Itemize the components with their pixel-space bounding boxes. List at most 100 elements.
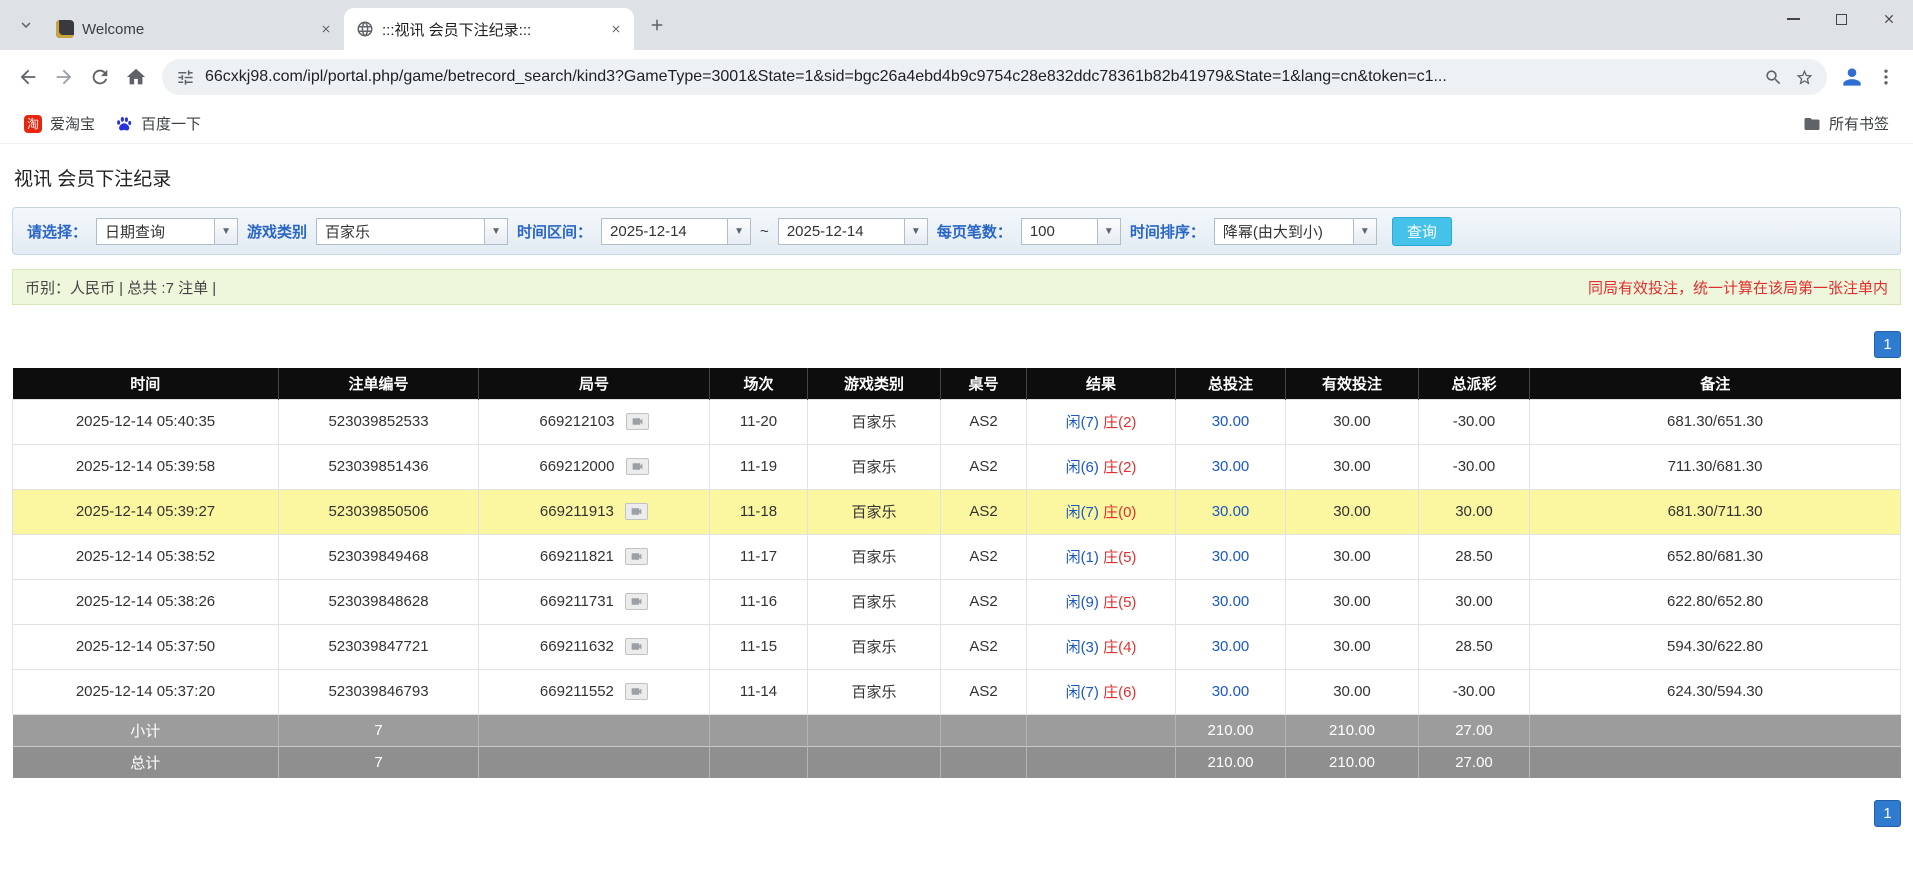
page-title: 视讯 会员下注纪录 bbox=[14, 169, 172, 190]
new-tab-button[interactable] bbox=[642, 10, 672, 40]
tab-strip: Welcome :::视讯 会员下注纪录::: bbox=[0, 0, 1913, 50]
video-icon[interactable] bbox=[625, 503, 649, 521]
column-header: 局号 bbox=[478, 368, 710, 399]
chevron-down-icon[interactable]: ▼ bbox=[214, 218, 238, 244]
close-window-button[interactable] bbox=[1865, 0, 1913, 38]
tab-close-icon[interactable] bbox=[606, 19, 626, 39]
round-id: 669211821 bbox=[539, 547, 614, 565]
tab-search-button[interactable] bbox=[10, 9, 42, 41]
bookmark-star-icon[interactable] bbox=[1793, 66, 1815, 88]
all-bookmarks-label: 所有书签 bbox=[1828, 116, 1889, 133]
total-bet-link[interactable]: 30.00 bbox=[1212, 593, 1250, 610]
date-from-picker[interactable]: 2025-12-14 ▼ bbox=[601, 217, 752, 245]
cell-note: 681.30/651.30 bbox=[1529, 398, 1901, 445]
footer-cell bbox=[478, 714, 710, 746]
footer-cell: 27.00 bbox=[1418, 745, 1530, 778]
cell-note: 594.30/622.80 bbox=[1529, 623, 1901, 670]
cell-result: 闲(3) 庄(4) bbox=[1026, 623, 1176, 670]
chevron-down-icon[interactable]: ▼ bbox=[1352, 218, 1376, 244]
chevron-down-icon[interactable]: ▼ bbox=[1096, 218, 1120, 244]
video-icon[interactable] bbox=[625, 593, 649, 611]
video-icon[interactable] bbox=[625, 638, 649, 656]
page-1-button[interactable]: 1 bbox=[1874, 331, 1901, 358]
round-id: 669212000 bbox=[539, 457, 615, 475]
date-to-value: 2025-12-14 bbox=[786, 222, 864, 240]
video-icon[interactable] bbox=[625, 683, 649, 701]
cell-note: 624.30/594.30 bbox=[1529, 668, 1901, 715]
browser-chrome: Welcome :::视讯 会员下注纪录::: 66cxkj98.com/ipl… bbox=[0, 0, 1913, 144]
cell-round-id: 669211632 bbox=[478, 623, 710, 670]
column-header: 总投注 bbox=[1175, 368, 1286, 399]
cell-round-id: 669211913 bbox=[478, 488, 710, 535]
footer-cell bbox=[478, 745, 710, 778]
total-bet-link[interactable]: 30.00 bbox=[1212, 638, 1250, 655]
forward-button[interactable] bbox=[46, 59, 82, 95]
tab-bet-record[interactable]: :::视讯 会员下注纪录::: bbox=[344, 8, 634, 50]
table-row: 2025-12-14 05:38:26 523039848628 669211731… bbox=[12, 578, 1901, 625]
close-icon bbox=[1884, 14, 1894, 24]
game-type-select[interactable]: 百家乐 ▼ bbox=[316, 217, 509, 245]
cell-session: 11-15 bbox=[709, 623, 808, 670]
round-id: 669211552 bbox=[539, 682, 614, 700]
page-1-button[interactable]: 1 bbox=[1874, 800, 1901, 827]
chevron-down-icon[interactable]: ▼ bbox=[727, 218, 751, 244]
subtotal-row: 小计 7 210.00 210.00 27.00 bbox=[12, 714, 1901, 746]
footer-cell: 210.00 bbox=[1175, 714, 1286, 746]
video-icon[interactable] bbox=[625, 548, 649, 566]
cell-game-type: 百家乐 bbox=[807, 443, 941, 490]
site-info-icon[interactable] bbox=[174, 66, 196, 88]
result-player: 闲(7) bbox=[1065, 504, 1099, 521]
video-icon[interactable] bbox=[625, 413, 649, 431]
zoom-icon[interactable] bbox=[1762, 66, 1784, 88]
cell-game-type: 百家乐 bbox=[807, 398, 941, 445]
total-bet-link[interactable]: 30.00 bbox=[1212, 683, 1250, 700]
query-type-value: 日期查询 bbox=[105, 223, 166, 241]
home-button[interactable] bbox=[118, 59, 154, 95]
result-player: 闲(7) bbox=[1065, 684, 1099, 701]
cell-game-type: 百家乐 bbox=[807, 623, 941, 670]
total-bet-link[interactable]: 30.00 bbox=[1212, 548, 1250, 565]
reload-icon bbox=[92, 69, 108, 85]
footer-cell: 210.00 bbox=[1285, 745, 1419, 778]
bookmark-aitaobao[interactable]: 淘 爱淘宝 bbox=[14, 108, 105, 139]
total-bet-link[interactable]: 30.00 bbox=[1212, 458, 1250, 475]
cell-total-bet[interactable]: 30.00 bbox=[1175, 668, 1286, 715]
cell-total-bet[interactable]: 30.00 bbox=[1175, 533, 1286, 580]
all-bookmarks-button[interactable]: 所有书签 bbox=[1793, 108, 1899, 139]
cell-total-bet[interactable]: 30.00 bbox=[1175, 578, 1286, 625]
browser-menu-button[interactable] bbox=[1869, 60, 1903, 94]
round-id: 669211913 bbox=[539, 502, 614, 520]
total-bet-link[interactable]: 30.00 bbox=[1212, 413, 1250, 430]
total-bet-link[interactable]: 30.00 bbox=[1212, 503, 1250, 520]
chevron-down-icon[interactable]: ▼ bbox=[484, 218, 508, 244]
sort-order-value: 降幂(由大到小) bbox=[1222, 223, 1323, 241]
bookmark-baidu[interactable]: 百度一下 bbox=[105, 108, 211, 139]
home-icon bbox=[126, 68, 146, 85]
cell-valid-bet: 30.00 bbox=[1285, 668, 1419, 715]
address-bar[interactable]: 66cxkj98.com/ipl/portal.php/game/betreco… bbox=[162, 59, 1827, 95]
tab-close-icon[interactable] bbox=[316, 19, 336, 39]
back-button[interactable] bbox=[10, 59, 46, 95]
date-to-picker[interactable]: 2025-12-14 ▼ bbox=[777, 217, 928, 245]
video-icon[interactable] bbox=[625, 458, 649, 476]
minimize-button[interactable] bbox=[1769, 0, 1817, 38]
cell-total-bet[interactable]: 30.00 bbox=[1175, 488, 1286, 535]
url-text[interactable]: 66cxkj98.com/ipl/portal.php/game/betreco… bbox=[205, 68, 1753, 86]
page-size-select[interactable]: 100 ▼ bbox=[1020, 217, 1121, 245]
page-size-value: 100 bbox=[1029, 222, 1055, 240]
table-row: 2025-12-14 05:39:27 523039850506 669211913… bbox=[12, 488, 1901, 535]
query-type-select[interactable]: 日期查询 ▼ bbox=[96, 217, 239, 245]
cell-total-bet[interactable]: 30.00 bbox=[1175, 398, 1286, 445]
cell-note: 711.30/681.30 bbox=[1529, 443, 1901, 490]
cell-total-bet[interactable]: 30.00 bbox=[1175, 443, 1286, 490]
tab-welcome[interactable]: Welcome bbox=[44, 8, 344, 50]
maximize-button[interactable] bbox=[1817, 0, 1865, 38]
profile-avatar[interactable] bbox=[1835, 60, 1869, 94]
column-header: 桌号 bbox=[940, 368, 1027, 399]
sort-order-select[interactable]: 降幂(由大到小) ▼ bbox=[1213, 217, 1377, 245]
search-button[interactable]: 查询 bbox=[1391, 216, 1452, 246]
reload-button[interactable] bbox=[82, 59, 118, 95]
chevron-down-icon[interactable]: ▼ bbox=[903, 218, 927, 244]
cell-total-bet[interactable]: 30.00 bbox=[1175, 623, 1286, 670]
footer-cell bbox=[1529, 745, 1901, 778]
